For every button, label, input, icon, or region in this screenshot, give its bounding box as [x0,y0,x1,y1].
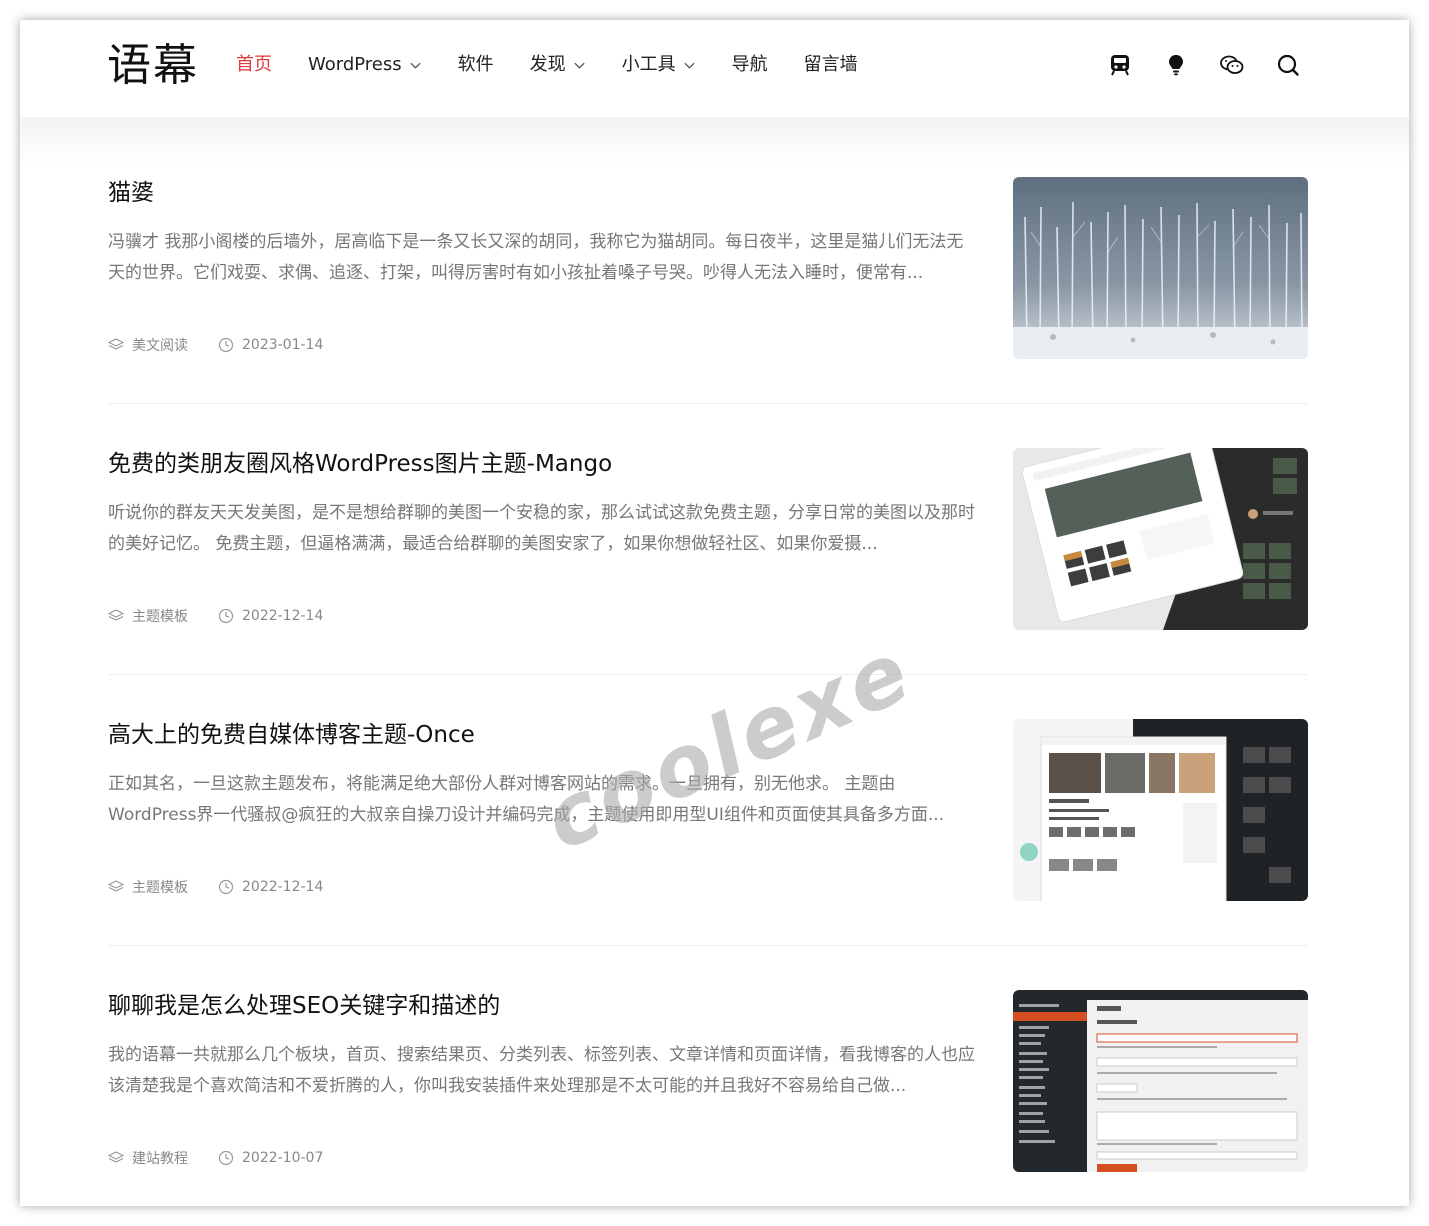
chevron-down-icon [410,62,421,69]
post-divider [108,674,1308,675]
header-shadow [20,117,1409,165]
post-title[interactable]: 免费的类朋友圈风格WordPress图片主题-Mango [108,448,612,480]
nav-item-discover[interactable]: 发现 [530,52,586,78]
post-title[interactable]: 猫婆 [108,177,154,209]
site-header: 语幕 首页 WordPress 软件 发现 小工具 导航 留言墙 [20,20,1409,117]
header-actions [1077,52,1301,78]
post-excerpt: 听说你的群友天天发美图，是不是想给群聊的美图一个安稳的家，那么试试这款免费主题，… [108,503,975,554]
layers-icon [108,1151,124,1163]
nav-item-navigation[interactable]: 导航 [732,52,768,78]
post-divider [108,403,1308,404]
wechat-icon[interactable] [1219,52,1245,78]
main-nav: 首页 WordPress 软件 发现 小工具 导航 留言墙 [236,52,894,78]
post-category[interactable]: 建站教程 [108,1148,188,1168]
post-meta: 主题模板 2022-12-14 [108,606,353,626]
post-item: 免费的类朋友圈风格WordPress图片主题-Mango 听说你的群友天天发美图… [108,448,1308,675]
post-excerpt: 我的语幕一共就那么几个板块，首页、搜索结果页、分类列表、标签列表、文章详情和页面… [108,1045,975,1096]
post-excerpt: 正如其名，一旦这款主题发布，将能满足绝大部份人群对博客网站的需求。一旦拥有，别无… [108,774,945,825]
category-label: 建站教程 [132,1151,188,1167]
browser-page: 语幕 首页 WordPress 软件 发现 小工具 导航 留言墙 猫婆 冯骥才 … [20,20,1409,1206]
nav-item-tools[interactable]: 小工具 [622,52,696,78]
train-icon[interactable] [1107,52,1133,78]
post-meta: 建站教程 2022-10-07 [108,1148,353,1168]
post-meta: 主题模板 2022-12-14 [108,877,353,897]
post-date: 2023-01-14 [218,337,323,353]
post-title[interactable]: 高大上的免费自媒体博客主题-Once [108,719,475,751]
post-category[interactable]: 主题模板 [108,606,188,626]
post-meta: 美文阅读 2023-01-14 [108,335,353,355]
layers-icon [108,609,124,621]
category-label: 主题模板 [132,880,188,896]
post-title[interactable]: 聊聊我是怎么处理SEO关键字和描述的 [108,990,500,1022]
search-icon[interactable] [1275,52,1301,78]
post-excerpt: 冯骥才 我那小阁楼的后墙外，居高临下是一条又长又深的胡同，我称它为猫胡同。每日夜… [108,232,964,283]
site-logo[interactable]: 语幕 [107,40,199,92]
nav-item-wordpress[interactable]: WordPress [308,52,422,78]
post-date: 2022-10-07 [218,1150,323,1166]
post-item: 聊聊我是怎么处理SEO关键字和描述的 我的语幕一共就那么几个板块，首页、搜索结果… [108,990,1308,1206]
date-label: 2022-10-07 [242,1150,324,1166]
date-label: 2022-12-14 [242,608,324,624]
chevron-down-icon [684,62,695,69]
post-thumbnail[interactable] [1013,719,1308,901]
date-label: 2023-01-14 [242,337,324,353]
nav-item-label: 导航 [731,54,768,75]
post-category[interactable]: 主题模板 [108,877,188,897]
clock-icon [218,1150,234,1166]
clock-icon [218,608,234,624]
nav-item-label: WordPress [308,54,402,75]
post-thumbnail[interactable] [1013,448,1308,630]
layers-icon [108,338,124,350]
clock-icon [218,337,234,353]
nav-item-label: 首页 [236,54,272,75]
nav-item-label: 发现 [529,54,566,75]
nav-item-home[interactable]: 首页 [236,52,272,78]
layers-icon [108,880,124,892]
nav-item-label: 软件 [457,54,494,75]
nav-item-label: 留言墙 [803,54,858,75]
post-divider [108,945,1308,946]
nav-item-software[interactable]: 软件 [458,52,494,78]
nav-item-label: 小工具 [621,54,676,75]
post-category[interactable]: 美文阅读 [108,335,188,355]
post-date: 2022-12-14 [218,879,323,895]
chevron-down-icon [574,62,585,69]
lightbulb-icon[interactable] [1163,52,1189,78]
post-item: 高大上的免费自媒体博客主题-Once 正如其名，一旦这款主题发布，将能满足绝大部… [108,719,1308,946]
post-date: 2022-12-14 [218,608,323,624]
date-label: 2022-12-14 [242,879,324,895]
post-item: 猫婆 冯骥才 我那小阁楼的后墙外，居高临下是一条又长又深的胡同，我称它为猫胡同。… [108,177,1308,404]
post-thumbnail[interactable] [1013,990,1308,1172]
clock-icon [218,879,234,895]
category-label: 美文阅读 [132,338,188,354]
category-label: 主题模板 [132,609,188,625]
nav-item-guestbook[interactable]: 留言墙 [804,52,858,78]
post-thumbnail[interactable] [1013,177,1308,359]
